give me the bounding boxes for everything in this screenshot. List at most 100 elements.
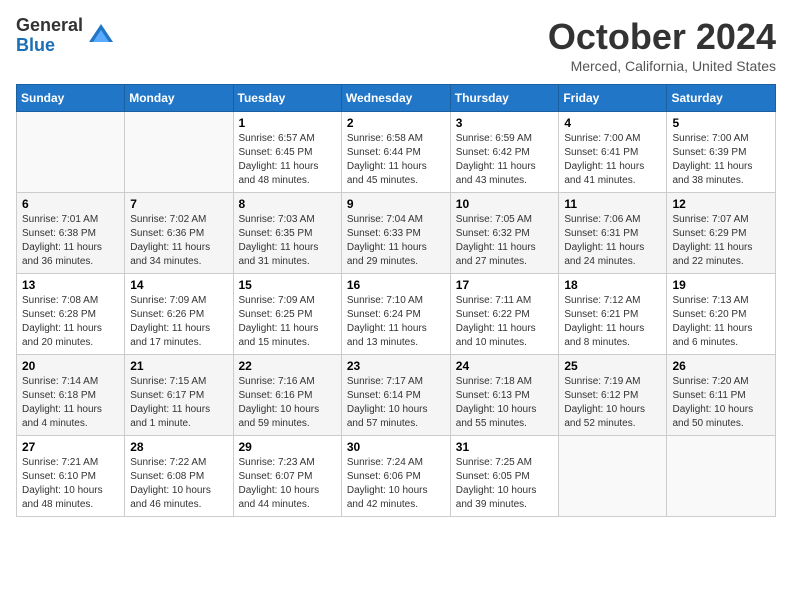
- calendar-cell: 26 Sunrise: 7:20 AM Sunset: 6:11 PM Dayli…: [667, 355, 776, 436]
- calendar-cell: 20Sunrise: 7:14 AM Sunset: 6:18 PM Dayli…: [17, 355, 125, 436]
- calendar-cell: [667, 436, 776, 517]
- calendar-week-row: 20Sunrise: 7:14 AM Sunset: 6:18 PM Dayli…: [17, 355, 776, 436]
- weekday-header-monday: Monday: [125, 85, 233, 112]
- calendar-cell: 30 Sunrise: 7:24 AM Sunset: 6:06 PM Dayli…: [341, 436, 450, 517]
- day-number: 12: [672, 197, 770, 211]
- calendar-cell: 9 Sunrise: 7:04 AM Sunset: 6:33 PM Daylig…: [341, 193, 450, 274]
- day-number: 27: [22, 440, 119, 454]
- calendar-cell: 1Sunrise: 6:57 AM Sunset: 6:45 PM Daylig…: [233, 112, 341, 193]
- weekday-header-tuesday: Tuesday: [233, 85, 341, 112]
- calendar-cell: 21Sunrise: 7:15 AM Sunset: 6:17 PM Dayli…: [125, 355, 233, 436]
- day-number: 9: [347, 197, 445, 211]
- day-number: 6: [22, 197, 119, 211]
- calendar-cell: 25Sunrise: 7:19 AM Sunset: 6:12 PM Dayli…: [559, 355, 667, 436]
- day-info: Sunrise: 7:10 AM Sunset: 6:24 PM Dayligh…: [347, 294, 445, 350]
- calendar-cell: 12Sunrise: 7:07 AM Sunset: 6:29 PM Dayli…: [667, 193, 776, 274]
- calendar-cell: 14 Sunrise: 7:09 AM Sunset: 6:26 PM Dayli…: [125, 274, 233, 355]
- location-title: Merced, California, United States: [548, 58, 776, 74]
- day-number: 17: [456, 278, 554, 292]
- calendar-cell: 16Sunrise: 7:10 AM Sunset: 6:24 PM Dayli…: [341, 274, 450, 355]
- day-number: 20: [22, 359, 119, 373]
- day-number: 13: [22, 278, 119, 292]
- day-info: Sunrise: 7:04 AM Sunset: 6:33 PM Dayligh…: [347, 213, 445, 269]
- day-number: 14: [130, 278, 227, 292]
- calendar-cell: 24 Sunrise: 7:18 AM Sunset: 6:13 PM Dayli…: [450, 355, 559, 436]
- day-number: 24: [456, 359, 554, 373]
- logo-general-text: General: [16, 16, 83, 36]
- day-number: 30: [347, 440, 445, 454]
- day-number: 5: [672, 116, 770, 130]
- day-info: Sunrise: 7:08 AM Sunset: 6:28 PM Dayligh…: [22, 294, 119, 350]
- day-info: Sunrise: 7:15 AM Sunset: 6:17 PM Dayligh…: [130, 375, 227, 431]
- logo-blue-text: Blue: [16, 36, 83, 56]
- day-info: Sunrise: 7:09 AM Sunset: 6:26 PM Dayligh…: [130, 294, 227, 350]
- logo: General Blue: [16, 16, 115, 56]
- weekday-header-saturday: Saturday: [667, 85, 776, 112]
- calendar-week-row: 1Sunrise: 6:57 AM Sunset: 6:45 PM Daylig…: [17, 112, 776, 193]
- calendar-cell: 28 Sunrise: 7:22 AM Sunset: 6:08 PM Dayli…: [125, 436, 233, 517]
- calendar-cell: 18Sunrise: 7:12 AM Sunset: 6:21 PM Dayli…: [559, 274, 667, 355]
- calendar-week-row: 27Sunrise: 7:21 AM Sunset: 6:10 PM Dayli…: [17, 436, 776, 517]
- calendar-cell: 4Sunrise: 7:00 AM Sunset: 6:41 PM Daylig…: [559, 112, 667, 193]
- calendar-cell: 11 Sunrise: 7:06 AM Sunset: 6:31 PM Dayli…: [559, 193, 667, 274]
- day-info: Sunrise: 7:17 AM Sunset: 6:14 PM Dayligh…: [347, 375, 445, 431]
- calendar-cell: 29 Sunrise: 7:23 AM Sunset: 6:07 PM Dayli…: [233, 436, 341, 517]
- day-number: 31: [456, 440, 554, 454]
- calendar-cell: 22 Sunrise: 7:16 AM Sunset: 6:16 PM Dayli…: [233, 355, 341, 436]
- calendar-table: SundayMondayTuesdayWednesdayThursdayFrid…: [16, 84, 776, 517]
- day-number: 29: [239, 440, 336, 454]
- calendar-cell: [17, 112, 125, 193]
- day-number: 18: [564, 278, 661, 292]
- day-number: 8: [239, 197, 336, 211]
- month-title: October 2024: [548, 16, 776, 58]
- day-info: Sunrise: 6:59 AM Sunset: 6:42 PM Dayligh…: [456, 132, 554, 188]
- calendar-cell: 13 Sunrise: 7:08 AM Sunset: 6:28 PM Dayli…: [17, 274, 125, 355]
- calendar-cell: 7 Sunrise: 7:02 AM Sunset: 6:36 PM Daylig…: [125, 193, 233, 274]
- calendar-cell: 6 Sunrise: 7:01 AM Sunset: 6:38 PM Daylig…: [17, 193, 125, 274]
- calendar-cell: 3Sunrise: 6:59 AM Sunset: 6:42 PM Daylig…: [450, 112, 559, 193]
- day-number: 19: [672, 278, 770, 292]
- day-info: Sunrise: 7:18 AM Sunset: 6:13 PM Dayligh…: [456, 375, 554, 431]
- day-info: Sunrise: 7:01 AM Sunset: 6:38 PM Dayligh…: [22, 213, 119, 269]
- day-number: 10: [456, 197, 554, 211]
- day-info: Sunrise: 7:06 AM Sunset: 6:31 PM Dayligh…: [564, 213, 661, 269]
- day-number: 15: [239, 278, 336, 292]
- day-info: Sunrise: 7:24 AM Sunset: 6:06 PM Dayligh…: [347, 456, 445, 512]
- calendar-cell: 8 Sunrise: 7:03 AM Sunset: 6:35 PM Daylig…: [233, 193, 341, 274]
- day-number: 7: [130, 197, 227, 211]
- header: General Blue October 2024 Merced, Califo…: [16, 16, 776, 74]
- day-info: Sunrise: 7:03 AM Sunset: 6:35 PM Dayligh…: [239, 213, 336, 269]
- day-info: Sunrise: 7:19 AM Sunset: 6:12 PM Dayligh…: [564, 375, 661, 431]
- calendar-cell: 2Sunrise: 6:58 AM Sunset: 6:44 PM Daylig…: [341, 112, 450, 193]
- day-number: 11: [564, 197, 661, 211]
- day-number: 1: [239, 116, 336, 130]
- calendar-cell: 19 Sunrise: 7:13 AM Sunset: 6:20 PM Dayli…: [667, 274, 776, 355]
- day-info: Sunrise: 7:20 AM Sunset: 6:11 PM Dayligh…: [672, 375, 770, 431]
- day-info: Sunrise: 7:23 AM Sunset: 6:07 PM Dayligh…: [239, 456, 336, 512]
- calendar-cell: 27Sunrise: 7:21 AM Sunset: 6:10 PM Dayli…: [17, 436, 125, 517]
- day-info: Sunrise: 7:09 AM Sunset: 6:25 PM Dayligh…: [239, 294, 336, 350]
- calendar-cell: 17 Sunrise: 7:11 AM Sunset: 6:22 PM Dayli…: [450, 274, 559, 355]
- day-info: Sunrise: 7:11 AM Sunset: 6:22 PM Dayligh…: [456, 294, 554, 350]
- weekday-header-row: SundayMondayTuesdayWednesdayThursdayFrid…: [17, 85, 776, 112]
- day-number: 23: [347, 359, 445, 373]
- day-number: 4: [564, 116, 661, 130]
- day-info: Sunrise: 7:22 AM Sunset: 6:08 PM Dayligh…: [130, 456, 227, 512]
- calendar-cell: 23 Sunrise: 7:17 AM Sunset: 6:14 PM Dayli…: [341, 355, 450, 436]
- calendar-cell: [559, 436, 667, 517]
- calendar-cell: [125, 112, 233, 193]
- calendar-week-row: 13 Sunrise: 7:08 AM Sunset: 6:28 PM Dayli…: [17, 274, 776, 355]
- day-info: Sunrise: 7:13 AM Sunset: 6:20 PM Dayligh…: [672, 294, 770, 350]
- day-info: Sunrise: 7:02 AM Sunset: 6:36 PM Dayligh…: [130, 213, 227, 269]
- day-number: 28: [130, 440, 227, 454]
- day-number: 26: [672, 359, 770, 373]
- day-number: 22: [239, 359, 336, 373]
- day-info: Sunrise: 7:25 AM Sunset: 6:05 PM Dayligh…: [456, 456, 554, 512]
- calendar-cell: 5 Sunrise: 7:00 AM Sunset: 6:39 PM Daylig…: [667, 112, 776, 193]
- logo-icon: [87, 22, 115, 50]
- day-info: Sunrise: 7:16 AM Sunset: 6:16 PM Dayligh…: [239, 375, 336, 431]
- weekday-header-thursday: Thursday: [450, 85, 559, 112]
- calendar-cell: 10Sunrise: 7:05 AM Sunset: 6:32 PM Dayli…: [450, 193, 559, 274]
- day-number: 2: [347, 116, 445, 130]
- day-info: Sunrise: 7:00 AM Sunset: 6:39 PM Dayligh…: [672, 132, 770, 188]
